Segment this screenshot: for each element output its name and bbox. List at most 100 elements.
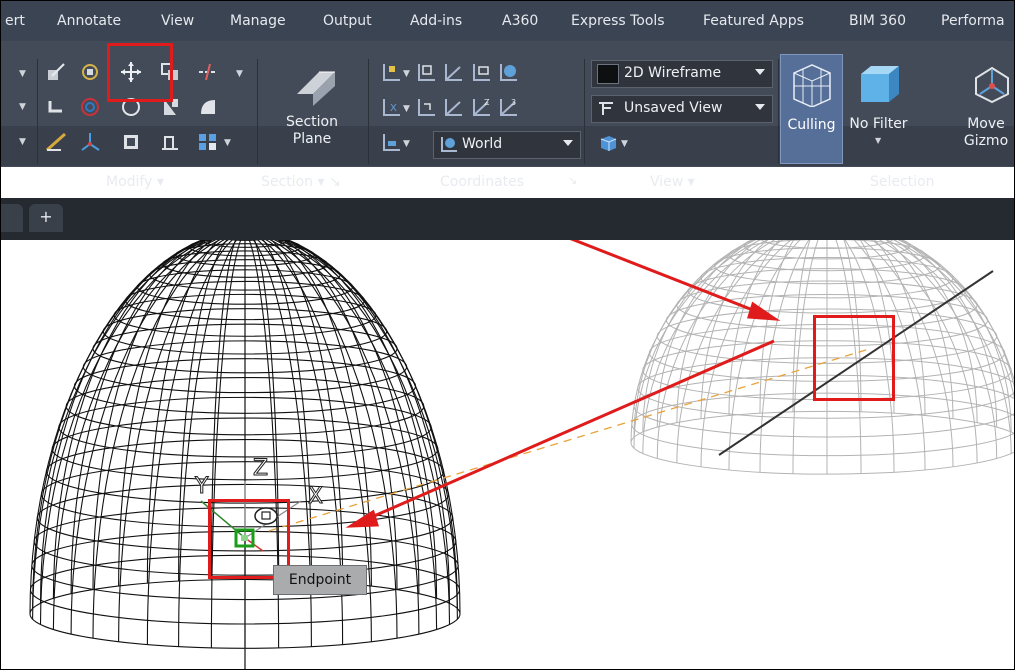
ucs-3-icon[interactable]: 3 [497,96,519,118]
visual-style-value: 2D Wireframe [624,65,722,81]
chevron-down-icon[interactable]: ▼ [236,69,243,79]
ghost-dome-mesh-line [631,392,1014,457]
offset-icon[interactable] [120,131,142,153]
panel-title-view[interactable]: View ▾ [650,174,695,196]
chevron-down-icon: ▼ [875,136,882,145]
named-view-value: Unsaved View [624,100,723,116]
ghost-dome-mesh-line [633,240,762,449]
rotate-3d-icon[interactable] [79,61,101,83]
panel-title-section[interactable]: Section ▾ ↘ [261,174,341,196]
circle-icon[interactable] [120,96,142,118]
chevron-down-icon [563,140,573,146]
culling-label: Culling [787,117,836,133]
svg-text:3: 3 [511,98,516,107]
no-filter-button[interactable]: No Filter ▼ [846,54,911,162]
ucs-dropdown[interactable]: World [433,131,581,159]
tab-a360[interactable]: A360 [502,13,538,29]
tab-output[interactable]: Output [323,13,372,29]
file-tab-partial[interactable] [1,204,23,232]
dome-mesh-line [286,240,438,599]
dome-mesh-line [210,240,242,648]
ucs-z-axis-icon[interactable]: Z [470,96,492,118]
ghost-dome-mesh-line [862,240,954,467]
chevron-down-icon[interactable]: ▼ [19,137,26,147]
ucs-origin-icon[interactable] [380,131,402,153]
move-gizmo-button[interactable]: Move Gizmo [956,54,1014,162]
rotate-icon[interactable] [79,96,101,118]
chevron-down-icon [755,69,765,75]
panel-divider [778,59,779,164]
visual-style-dropdown[interactable]: 2D Wireframe [591,60,773,88]
view-cube-icon[interactable] [597,132,619,154]
ghost-dome-mesh-line [878,240,998,459]
new-tab-button[interactable]: + [29,204,63,232]
dome-mesh-line [146,240,234,645]
array-3d-icon[interactable] [79,131,101,153]
chevron-down-icon[interactable]: ▼ [621,139,628,149]
tab-add-ins[interactable]: Add-ins [410,13,462,29]
ucs-view-icon[interactable] [442,61,464,83]
move-icon[interactable] [120,61,142,83]
panel-title-coordinates: Coordinates [440,174,525,190]
copy-icon[interactable] [159,61,181,83]
chevron-down-icon[interactable]: ▼ [403,104,410,114]
coordinates-launcher-icon[interactable]: ↘ [568,174,577,196]
drawing-canvas[interactable]: Z Y X [1,240,1014,670]
ghost-dome-mesh-line [792,240,819,474]
section-plane-label-line1: Section [285,114,338,130]
chevron-down-icon[interactable]: ▼ [224,138,231,148]
panel-divider [37,59,38,164]
scale-icon[interactable] [45,61,67,83]
chevron-down-icon [755,104,765,110]
ucs-world-icon[interactable] [497,61,519,83]
tab-manage[interactable]: Manage [230,13,286,29]
extend-icon[interactable] [197,96,219,118]
ucs-object-icon[interactable] [470,61,492,83]
gizmo-z-label: Z [253,456,268,481]
chevron-down-icon[interactable]: ▼ [403,69,410,79]
named-view-dropdown[interactable]: Unsaved View [591,95,773,123]
tab-bim-360[interactable]: BIM 360 [849,13,906,29]
ucs-icon[interactable] [380,61,402,83]
wireframe-icon [597,64,619,84]
svg-text:Z: Z [484,98,490,107]
tab-view[interactable]: View [161,13,194,29]
ghost-dome-mesh-line [835,240,862,474]
tab-performance[interactable]: Performa [941,13,1005,29]
dome-mesh-line [281,240,398,590]
ucs-previous-icon[interactable] [415,96,437,118]
chevron-down-icon[interactable]: ▼ [19,102,26,112]
world-icon [440,136,458,152]
culling-button[interactable]: Culling [780,54,843,164]
panel-title-modify[interactable]: Modify ▾ [106,174,164,196]
mirror-icon[interactable] [159,96,181,118]
tab-featured-apps[interactable]: Featured Apps [703,13,804,29]
ghost-dome-mesh-line [700,240,792,467]
ucs-x-icon[interactable]: X [380,96,402,118]
panel-title-selection: Selection [870,174,935,190]
ucs-face-icon[interactable] [415,61,437,83]
dome-mesh-line [92,240,225,639]
ghost-dome-mesh-line [630,410,1014,475]
tab-express-tools[interactable]: Express Tools [571,13,665,29]
tab-insert[interactable]: ert [5,13,25,29]
snap-tooltip: Endpoint [273,565,367,595]
no-filter-icon [857,62,901,110]
trim-icon[interactable] [197,61,219,83]
chevron-down-icon[interactable]: ▼ [19,69,26,79]
move-gizmo-label-line1: Move [967,116,1005,132]
fillet-icon[interactable] [45,96,67,118]
array-icon[interactable] [197,131,219,153]
svg-text:X: X [390,103,397,114]
section-plane-button[interactable]: Section Plane [277,114,347,148]
join-icon[interactable] [159,131,181,153]
move-gizmo-icon [972,64,1012,108]
ucs-3point-icon[interactable] [442,96,464,118]
tab-annotate[interactable]: Annotate [57,13,121,29]
move-gizmo-label-line2: Gizmo [963,133,1009,149]
section-plane-icon[interactable] [288,61,340,107]
stretch-icon[interactable] [45,131,67,153]
named-view-icon [598,101,614,116]
chevron-down-icon[interactable]: ▼ [403,139,410,149]
panel-divider [257,59,258,164]
